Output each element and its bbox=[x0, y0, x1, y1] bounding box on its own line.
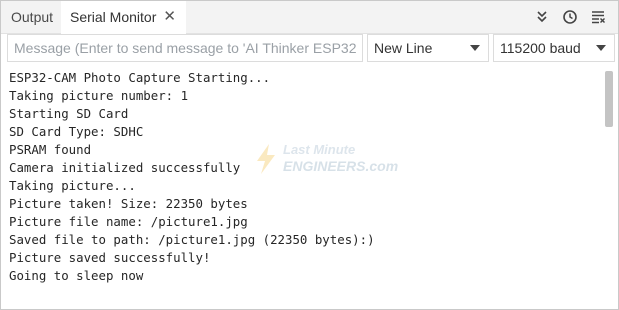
output-line: Picture taken! Size: 22350 bytes bbox=[9, 196, 248, 211]
vertical-scrollbar[interactable] bbox=[605, 69, 615, 307]
output-line: Taking picture... bbox=[9, 178, 136, 193]
clock-icon[interactable] bbox=[562, 9, 578, 25]
tab-serial-monitor-label: Serial Monitor bbox=[70, 9, 157, 25]
line-ending-select[interactable]: New Line bbox=[367, 34, 489, 62]
close-icon[interactable]: ✕ bbox=[163, 1, 176, 33]
tab-serial-monitor[interactable]: Serial Monitor ✕ bbox=[61, 1, 186, 34]
chevron-double-down-icon[interactable] bbox=[534, 9, 550, 25]
scrollbar-thumb[interactable] bbox=[605, 71, 613, 127]
message-input[interactable] bbox=[7, 34, 363, 62]
tab-bar: Output Serial Monitor ✕ bbox=[1, 1, 618, 34]
controls-row: New Line 115200 baud bbox=[1, 34, 618, 66]
output-line: Picture saved successfully! bbox=[9, 250, 211, 265]
chevron-down-icon bbox=[470, 45, 480, 51]
output-line: Starting SD Card bbox=[9, 106, 129, 121]
output-line: PSRAM found bbox=[9, 142, 92, 157]
output-line: ESP32-CAM Photo Capture Starting... bbox=[9, 70, 271, 85]
baud-rate-value: 115200 baud bbox=[500, 40, 581, 56]
output-line: SD Card Type: SDHC bbox=[9, 124, 144, 139]
serial-monitor-panel: Output Serial Monitor ✕ Message (Enter t… bbox=[0, 0, 619, 310]
output-line: Camera initialized successfully bbox=[9, 160, 241, 175]
output-line: Going to sleep now bbox=[9, 268, 144, 283]
output-line: Saved file to path: /picture1.jpg (22350… bbox=[9, 232, 375, 247]
clear-output-icon[interactable] bbox=[590, 9, 606, 25]
output-lines: ESP32-CAM Photo Capture Starting... Taki… bbox=[9, 69, 375, 285]
output-line: Taking picture number: 1 bbox=[9, 88, 189, 103]
output-line: Picture file name: /picture1.jpg bbox=[9, 214, 248, 229]
serial-output: Last Minute ENGINEERS.com ESP32-CAM Phot… bbox=[1, 67, 618, 309]
chevron-down-icon bbox=[596, 45, 606, 51]
tab-output[interactable]: Output bbox=[11, 1, 53, 33]
baud-rate-select[interactable]: 115200 baud bbox=[493, 34, 615, 62]
panel-actions bbox=[534, 9, 606, 27]
line-ending-value: New Line bbox=[374, 40, 433, 56]
